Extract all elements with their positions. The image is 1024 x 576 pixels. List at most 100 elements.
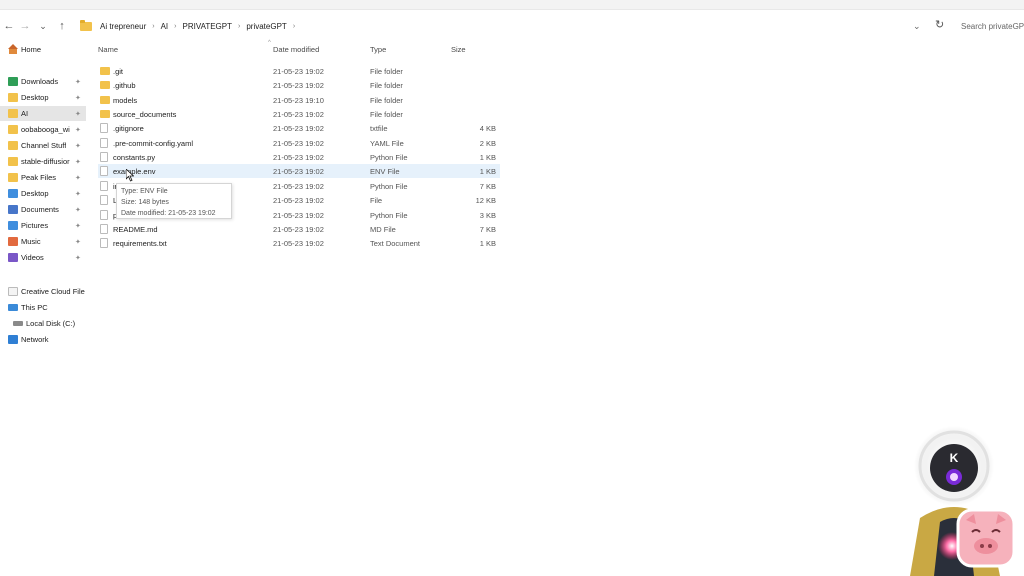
breadcrumb-ai[interactable]: AI [159,22,171,31]
folder-icon [8,125,18,134]
tooltip-size: Size: 148 bytes [121,199,169,206]
pin-icon: ✦ [75,254,81,262]
folder-icon [8,109,18,118]
chevron-right-icon[interactable]: › [152,23,154,30]
sidebar-item-label: Documents [21,205,59,214]
sidebar-item-music[interactable]: Music ✦ [0,234,86,249]
address-dropdown-chevron-icon[interactable]: ⌄ [913,16,921,36]
file-icon [100,223,108,234]
file-name: requirements.txt [113,239,167,249]
sidebar-item-downloads[interactable]: Downloads ✦ [0,74,86,89]
table-row[interactable]: .git 21-05-23 19:02 File folder [98,64,500,78]
breadcrumb-ai-trepreneur[interactable]: Ai trepreneur [98,22,148,31]
pin-icon: ✦ [75,222,81,230]
breadcrumb-privategpt-upper[interactable]: PRIVATEGPT [181,22,235,31]
file-type: ENV File [370,167,400,177]
file-icon [100,209,108,220]
navigation-pane: Home Downloads ✦ Desktop ✦ AI ✦ oobaboog… [0,40,88,576]
sidebar-item-ai[interactable]: AI ✦ [0,106,86,121]
disk-icon [13,321,23,326]
file-icon [100,123,108,134]
sidebar-item-videos[interactable]: Videos ✦ [0,250,86,265]
column-header-date[interactable]: Date modified [273,45,319,54]
column-header-name[interactable]: Name [98,45,118,54]
file-name: .git [113,67,124,76]
music-icon [8,237,18,246]
table-row[interactable]: constants.py 21-05-23 19:02 Python File 1 K… [98,150,500,164]
sidebar-item-stable-diffusion[interactable]: stable-diffusior ✦ [0,154,86,169]
pin-icon: ✦ [75,126,81,134]
forward-arrow-icon[interactable]: → [16,16,34,36]
sidebar-item-network[interactable]: Network [0,332,86,347]
window-top-strip [0,0,1024,10]
table-row[interactable]: source_documents 21-05-23 19:02 File folde… [98,107,500,121]
file-type: File folder [370,95,403,105]
sidebar-item-label: Peak Files [21,173,57,182]
column-header-size[interactable]: Size [451,45,466,54]
file-type: YAML File [370,138,404,148]
file-date-modified: 21-05-23 19:02 [273,110,324,120]
file-type: txtfile [370,124,388,134]
sidebar-item-this-pc[interactable]: This PC [0,300,86,315]
breadcrumb-privategpt[interactable]: privateGPT [244,22,288,31]
folder-icon [8,93,18,102]
table-row[interactable]: .gitignore 21-05-23 19:02 txtfile 4 KB [98,121,500,135]
desktop-icon [8,189,18,198]
file-size: 7 KB [479,181,496,191]
file-size: 3 KB [479,210,496,220]
sidebar-item-desktop[interactable]: Desktop ✦ [0,90,86,105]
network-icon [8,335,18,344]
breadcrumb[interactable]: Ai trepreneur › AI › PRIVATEGPT › privat… [80,16,930,36]
table-row[interactable]: models 21-05-23 19:10 File folder [98,93,500,107]
pin-icon: ✦ [75,78,81,86]
file-name: example.env [113,167,156,177]
file-icon [100,166,108,177]
pig-avatar-overlay [956,508,1016,568]
file-name: models [113,95,138,105]
chevron-right-icon[interactable]: › [293,23,295,30]
sidebar-item-peak-files[interactable]: Peak Files ✦ [0,170,86,185]
recent-locations-chevron-icon[interactable]: ⌄ [34,16,52,36]
table-row[interactable]: .github 21-05-23 19:02 File folder [98,78,500,92]
file-date-modified: 21-05-23 19:02 [273,210,324,220]
pin-icon: ✦ [75,206,81,214]
file-type: Text Document [370,239,421,249]
column-header-type[interactable]: Type [370,45,386,54]
refresh-icon[interactable]: ↻ [935,18,944,31]
chevron-right-icon[interactable]: › [174,23,176,30]
file-type: Python File [370,181,408,191]
sidebar-item-home[interactable]: Home [0,42,86,57]
folder-icon [8,157,18,166]
address-bar: ← → ⌄ ↑ Ai trepreneur › AI › PRIVATEGPT … [0,12,1024,40]
chevron-right-icon[interactable]: › [238,23,240,30]
column-header-row: ^ Name Date modified Type Size [88,40,508,57]
folder-icon [80,19,92,31]
search-input[interactable]: Search privateGPT [955,17,1024,35]
sidebar-item-label: Local Disk (C:) [26,319,76,328]
sidebar-item-pictures[interactable]: Pictures ✦ [0,218,86,233]
tooltip-date: Date modified: 21-05-23 19:02 [121,210,216,217]
file-name: .gitignore [113,124,144,134]
sidebar-item-local-disk[interactable]: Local Disk (C:) [0,316,86,331]
sidebar-item-creative-cloud[interactable]: Creative Cloud File [0,284,86,299]
sidebar-item-label: Home [21,45,42,54]
sidebar-item-channel-stuff[interactable]: Channel Stuff ✦ [0,138,86,153]
file-type: File [370,196,383,206]
file-name: .github [113,81,136,91]
sidebar-item-desktop-2[interactable]: Desktop ✦ [0,186,86,201]
folder-icon [8,141,18,150]
file-type: File folder [370,110,403,120]
pin-icon: ✦ [75,174,81,182]
table-row[interactable]: README.md 21-05-23 19:02 MD File 7 KB [98,222,500,236]
table-row[interactable]: requirements.txt 21-05-23 19:02 Text Docum… [98,236,500,250]
sidebar-item-oobabooga[interactable]: oobabooga_wi ✦ [0,122,86,137]
table-row[interactable]: example.env 21-05-23 19:02 ENV File 1 KB [98,164,500,179]
folder-icon [100,81,110,90]
file-name: constants.py [113,153,156,163]
table-row[interactable]: .pre-commit-config.yaml 21-05-23 19:02 YAM… [98,136,500,150]
sidebar-item-documents[interactable]: Documents ✦ [0,202,86,217]
up-arrow-icon[interactable]: ↑ [53,16,71,36]
file-size: 1 KB [479,153,496,163]
folder-icon [100,67,110,75]
sidebar-item-label: This PC [21,303,48,312]
